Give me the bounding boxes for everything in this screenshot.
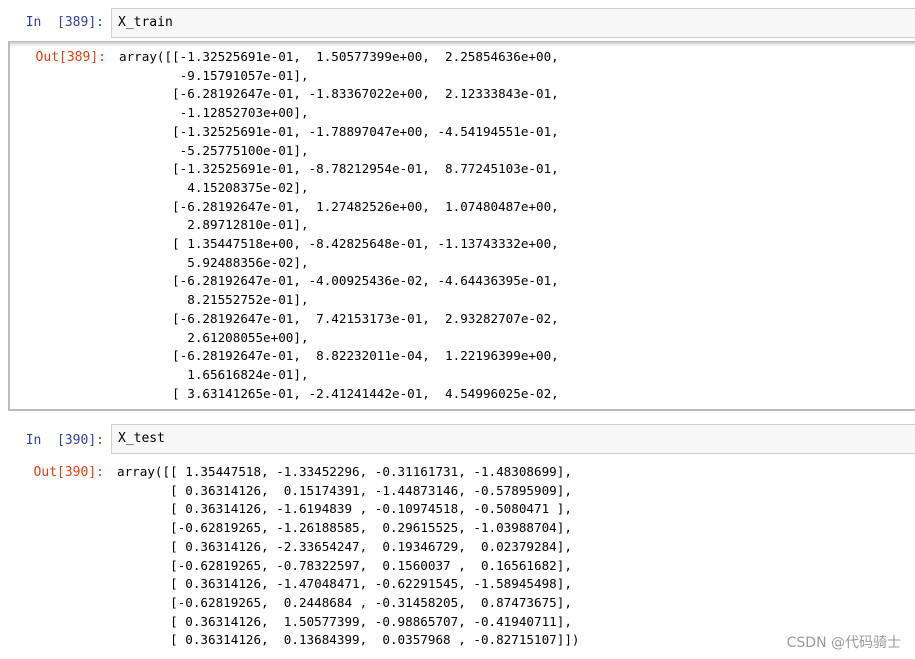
- output-line: 5.92488356e-02],: [119, 254, 309, 270]
- code-cell-389: In [389]: X_train: [0, 0, 915, 41]
- output-text: array([[-1.32525691e-01, 1.50577399e+00,…: [119, 48, 915, 404]
- output-line: -9.15791057e-01],: [119, 67, 309, 83]
- output-line: [-6.28192647e-01, 1.27482526e+00, 1.0748…: [119, 198, 559, 214]
- output-line: [-1.32525691e-01, -8.78212954e-01, 8.772…: [119, 161, 559, 177]
- output-line: [-6.28192647e-01, -1.83367022e+00, 2.123…: [119, 86, 559, 102]
- output-line: array([[ 1.35447518, -1.33452296, -0.311…: [117, 464, 572, 479]
- output-line: 2.48127121e-01],: [119, 403, 915, 404]
- watermark: CSDN @代码骑士: [786, 635, 901, 651]
- output-area: array([[-1.32525691e-01, 1.50577399e+00,…: [119, 48, 915, 404]
- in-prompt: In [390]:: [25, 433, 104, 448]
- output-cell-390: Out[390]: array([[ 1.35447518, -1.334522…: [0, 463, 915, 659]
- out-prompt: Out[390]:: [33, 465, 104, 480]
- output-line: [ 0.36314126, 0.15174391, -1.44873146, -…: [117, 482, 572, 498]
- output-line: array([[-1.32525691e-01, 1.50577399e+00,…: [119, 49, 559, 64]
- in-prompt: In [389]:: [25, 15, 104, 30]
- output-line: [ 1.35447518e+00, -8.42825648e-01, -1.13…: [119, 236, 559, 252]
- output-line: 2.61208055e+00],: [119, 329, 309, 345]
- code-input[interactable]: X_train: [111, 8, 915, 38]
- code-input[interactable]: X_test: [111, 424, 915, 454]
- output-line: [ 0.36314126, -2.33654247, 0.19346729, 0…: [117, 538, 572, 554]
- out-prompt: Out[389]:: [35, 50, 106, 65]
- output-line: 1.65616824e-01],: [119, 366, 309, 382]
- output-line: [-0.62819265, -0.78322597, 0.1560037 , 0…: [117, 557, 572, 573]
- output-line: 8.21552752e-01],: [119, 292, 309, 308]
- output-line: [-0.62819265, 0.2448684 , -0.31458205, 0…: [117, 594, 572, 610]
- notebook-page: In [389]: X_train Out[389]: array([[-1.3…: [0, 0, 915, 659]
- output-line: [-6.28192647e-01, -4.00925436e-02, -4.64…: [119, 273, 559, 289]
- output-scroll-area[interactable]: Out[389]: array([[-1.32525691e-01, 1.505…: [8, 41, 915, 411]
- output-line: [-6.28192647e-01, 7.42153173e-01, 2.9328…: [119, 310, 559, 326]
- output-line: 4.15208375e-02],: [119, 179, 309, 195]
- code-cell-390: In [390]: X_test: [0, 424, 915, 458]
- output-line: [-6.28192647e-01, 8.82232011e-04, 1.2219…: [119, 348, 559, 364]
- output-line: [ 0.36314126, -1.47048471, -0.62291545, …: [117, 576, 572, 592]
- output-line: [ 0.36314126, -1.6194839 , -0.10974518, …: [117, 501, 572, 517]
- output-text: array([[ 1.35447518, -1.33452296, -0.311…: [117, 463, 915, 650]
- output-line: [-1.32525691e-01, -1.78897047e+00, -4.54…: [119, 123, 559, 139]
- output-line: 2.89712810e-01],: [119, 217, 309, 233]
- output-line: [-0.62819265, -1.26188585, 0.29615525, -…: [117, 520, 572, 536]
- output-line: -5.25775100e-01],: [119, 142, 309, 158]
- output-line: [ 0.36314126, 1.50577399, -0.98865707, -…: [117, 613, 572, 629]
- output-line: [ 3.63141265e-01, -2.41241442e-01, 4.549…: [119, 385, 559, 401]
- output-area: array([[ 1.35447518, -1.33452296, -0.311…: [117, 463, 915, 650]
- output-line: -1.12852703e+00],: [119, 105, 309, 121]
